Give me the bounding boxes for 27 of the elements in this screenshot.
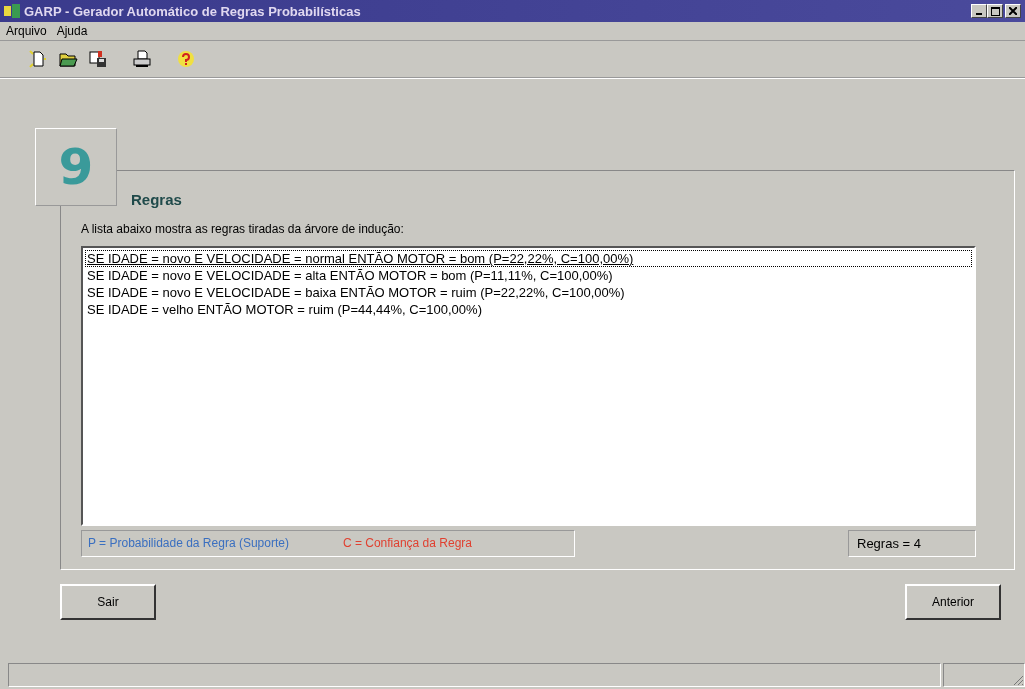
legend-text: C = Confiança da Regra — [342, 536, 472, 551]
rule-item[interactable]: SE IDADE = velho ENTÃO MOTOR = ruim (P=44,44%, C=100,00%) — [85, 301, 972, 318]
printer-icon[interactable] — [132, 49, 152, 69]
description-text: A lista abaixo mostra as regras tiradas da árvore de indução: — [81, 222, 405, 236]
minimize-button[interactable] — [971, 4, 987, 18]
maximize-button[interactable] — [987, 4, 1003, 18]
close-icon — [1009, 7, 1017, 15]
legend-text: P = Probabilidade da Regra (Suporte) — [88, 536, 289, 551]
rules-list[interactable] — [81, 246, 976, 526]
help-icon[interactable] — [176, 49, 196, 69]
previous-button[interactable]: Anterior — [905, 584, 1001, 620]
new-file-icon[interactable] — [28, 49, 48, 69]
close-button[interactable] — [1005, 4, 1021, 18]
exit-button[interactable]: Sair — [60, 584, 156, 620]
rule-count: Regras = 4 — [848, 530, 976, 557]
resize-grip-icon — [1012, 674, 1024, 686]
rule-item[interactable]: SE IDADE = novo E VELOCIDADE = baixa ENTÃO MOTOR = ruim (P=22,22%, C=100,00%) — [85, 284, 972, 301]
app-icon — [4, 4, 20, 18]
menu-item[interactable]: Arquivo — [6, 24, 47, 38]
save-icon[interactable] — [88, 49, 108, 69]
window-title: GARP - Gerador Automático de Regras Probabilísticas — [24, 3, 361, 19]
rule-item[interactable]: SE IDADE = novo E VELOCIDADE = alta ENTÃO MOTOR = bom (P=11,11%, C=100,00%) — [85, 267, 972, 284]
maximize-icon — [990, 6, 1000, 16]
rule-item[interactable]: SE IDADE = novo E VELOCIDADE = normal ENTÃO MOTOR = bom (P=22,22%, C=100,00%) — [85, 250, 972, 267]
menu-item[interactable]: Ajuda — [56, 24, 88, 38]
step-title: Regras — [131, 191, 183, 208]
step-badge: 9 — [35, 128, 117, 206]
